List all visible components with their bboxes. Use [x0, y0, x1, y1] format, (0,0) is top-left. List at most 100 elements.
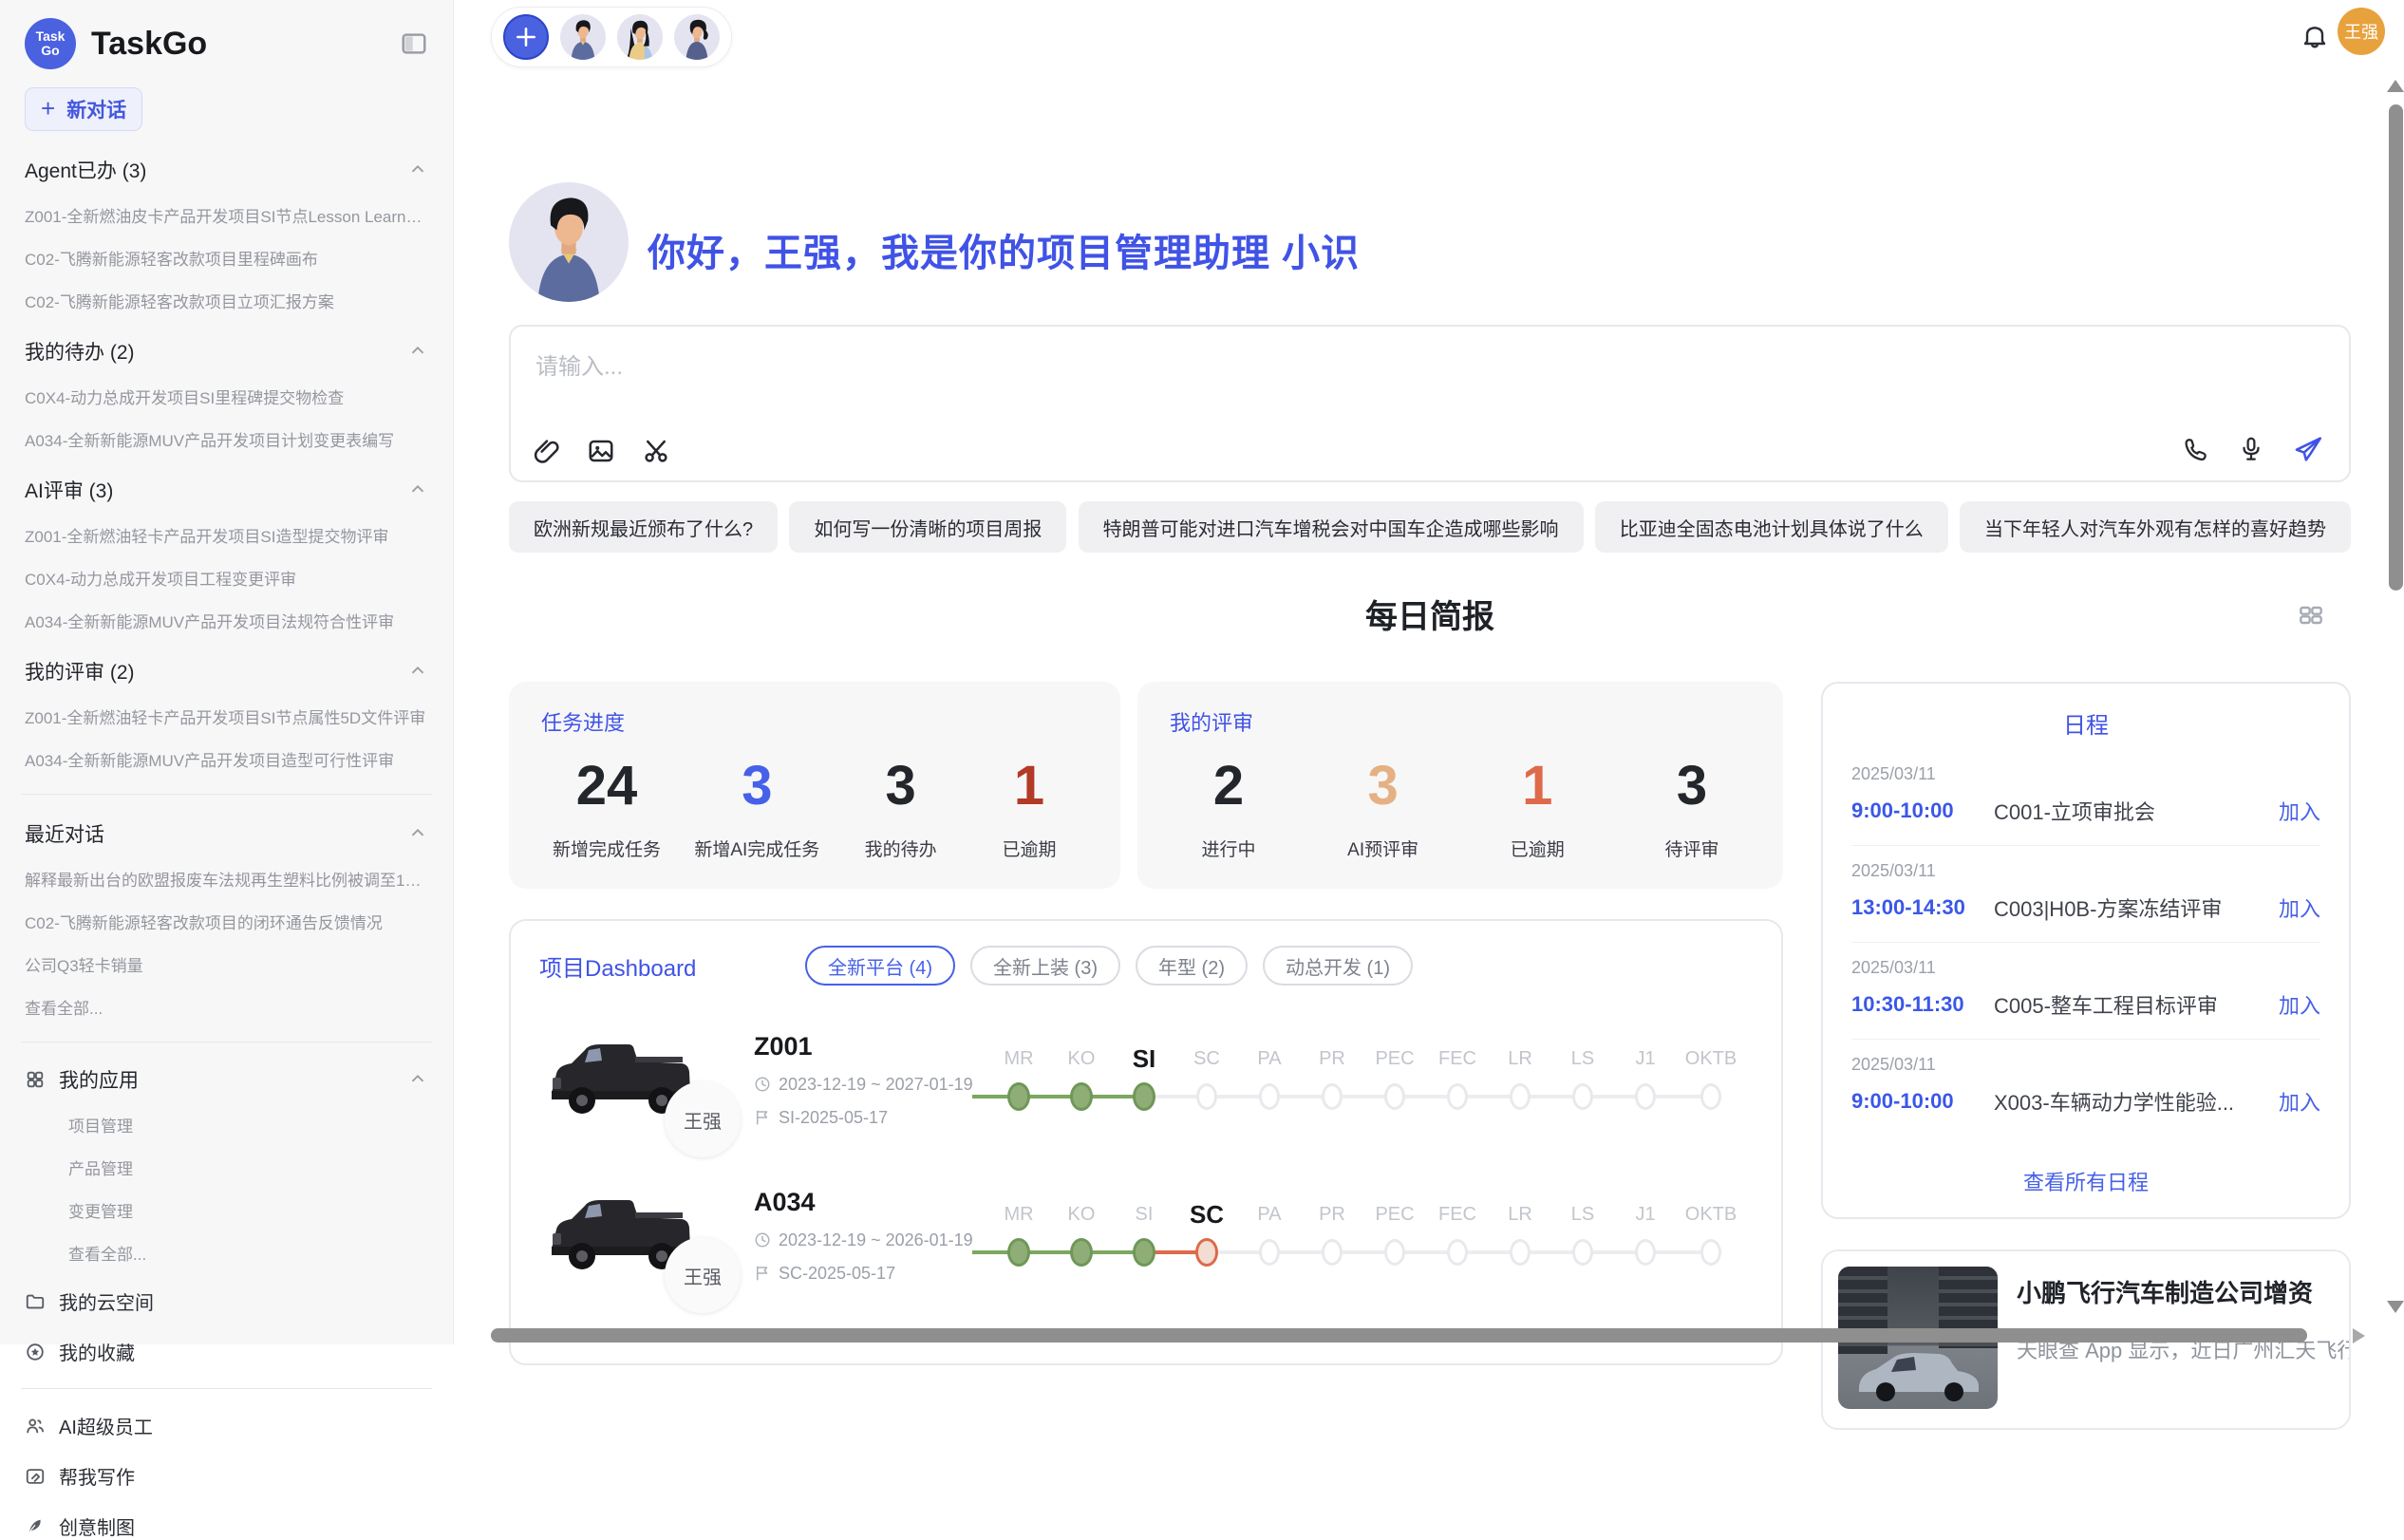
greeting-text: 你好，王强，我是你的项目管理助理 小识 — [648, 222, 1360, 277]
assistant-avatar-3[interactable] — [674, 14, 720, 60]
chat-input[interactable] — [511, 327, 2349, 408]
join-link[interactable]: 加入 — [2279, 989, 2320, 1020]
section-my-todo: 我的待办 (2) C0X4-动力总成开发项目SI里程碑提交物检查 A034-全新… — [25, 337, 428, 451]
milestone-node-done — [1070, 1082, 1093, 1111]
suggestion-chips: 欧洲新规最近颁布了什么? 如何写一份清晰的项目周报 特朗普可能对进口汽车增税会对… — [509, 501, 2351, 553]
event-date: 2025/03/11 — [1851, 958, 2320, 978]
view-all-schedule-link[interactable]: 查看所有日程 — [1851, 1156, 2320, 1200]
project-code: A034 — [754, 1188, 982, 1217]
chevron-up-icon[interactable] — [407, 1069, 428, 1090]
event-date: 2025/03/11 — [1851, 861, 2320, 881]
tab-model-year[interactable]: 年型 (2) — [1136, 946, 1248, 986]
chevron-up-icon[interactable] — [407, 341, 428, 362]
metric-overdue: 1 已逾期 — [1490, 752, 1585, 861]
scroll-up-arrow[interactable] — [2387, 80, 2404, 92]
milestone-node-todo — [1447, 1239, 1468, 1266]
assistant-avatar-1[interactable] — [560, 14, 606, 60]
list-item[interactable]: A034-全新新能源MUV产品开发项目计划变更表编写 — [25, 427, 428, 451]
list-item[interactable]: A034-全新新能源MUV产品开发项目造型可行性评审 — [25, 747, 428, 771]
event-date: 2025/03/11 — [1851, 1055, 2320, 1075]
join-link[interactable]: 加入 — [2279, 1086, 2320, 1117]
suggestion-chip[interactable]: 当下年轻人对汽车外观有怎样的喜好趋势 — [1960, 501, 2351, 553]
view-all-apps[interactable]: 查看全部... — [68, 1241, 428, 1265]
chevron-up-icon[interactable] — [407, 160, 428, 180]
event-name: C001-立项审批会 — [1994, 796, 2279, 826]
event-time: 13:00-14:30 — [1851, 895, 1994, 920]
notification-bell-icon[interactable] — [2300, 21, 2330, 51]
list-item[interactable]: Z001-全新燃油轻卡产品开发项目SI节点属性5D文件评审 — [25, 704, 428, 728]
list-item[interactable]: 解释最新出台的欧盟报废车法规再生塑料比例被调至15%... — [25, 867, 428, 891]
milestone-node-todo — [1384, 1239, 1405, 1266]
tab-new-platform[interactable]: 全新平台 (4) — [805, 946, 955, 986]
flag-icon — [754, 1109, 771, 1126]
join-link[interactable]: 加入 — [2279, 796, 2320, 826]
project-row-a034[interactable]: 王强 A034 2023-12-19 ~ 2026-01-19 SC-2025-… — [539, 1174, 1753, 1297]
app-item-product[interactable]: 产品管理 — [68, 1155, 428, 1179]
list-item[interactable]: 公司Q3轻卡销量 — [25, 952, 428, 976]
list-item[interactable]: C0X4-动力总成开发项目工程变更评审 — [25, 566, 428, 590]
scroll-right-arrow[interactable] — [2353, 1328, 2365, 1343]
vertical-scrollbar[interactable] — [2389, 104, 2403, 591]
milestone-node-todo — [1322, 1083, 1343, 1110]
app-title: TaskGo — [91, 26, 400, 63]
sidebar-item-ai-employee[interactable]: AI超级员工 — [25, 1412, 428, 1439]
card-title: 任务进度 — [541, 706, 1088, 737]
list-item[interactable]: C02-飞腾新能源轻客改款项目的闭环通告反馈情况 — [25, 910, 428, 933]
suggestion-chip[interactable]: 如何写一份清晰的项目周报 — [789, 501, 1066, 553]
app-logo: Task Go — [25, 18, 76, 69]
event-name: X003-车辆动力学性能验... — [1994, 1086, 2279, 1117]
horizontal-scrollbar[interactable] — [491, 1328, 2307, 1343]
attachment-icon[interactable] — [532, 437, 560, 465]
project-dates: 2023-12-19 ~ 2026-01-19 — [779, 1230, 973, 1250]
app-item-project[interactable]: 项目管理 — [68, 1113, 428, 1136]
sidebar-item-cloud-space[interactable]: 我的云空间 — [25, 1287, 428, 1315]
sidebar-item-label: 帮我写作 — [59, 1462, 135, 1490]
folder-icon — [25, 1291, 46, 1312]
join-link[interactable]: 加入 — [2279, 892, 2320, 923]
new-chat-button[interactable]: + 新对话 — [25, 87, 142, 131]
list-item[interactable]: C0X4-动力总成开发项目SI里程碑提交物检查 — [25, 385, 428, 408]
tab-powertrain[interactable]: 动总开发 (1) — [1263, 946, 1413, 986]
milestone-node-todo — [1700, 1239, 1721, 1266]
milestone-node-todo — [1572, 1239, 1593, 1266]
list-item[interactable]: C02-飞腾新能源轻客改款项目立项汇报方案 — [25, 289, 428, 312]
chevron-up-icon[interactable] — [407, 479, 428, 500]
screenshot-scissors-icon[interactable] — [642, 437, 670, 465]
event-time: 10:30-11:30 — [1851, 992, 1994, 1017]
suggestion-chip[interactable]: 比亚迪全固态电池计划具体说了什么 — [1595, 501, 1948, 553]
tab-new-body[interactable]: 全新上装 (3) — [970, 946, 1120, 986]
voice-call-icon[interactable] — [2182, 435, 2210, 463]
sidebar-item-favorites[interactable]: 我的收藏 — [25, 1338, 428, 1365]
milestone-node-todo — [1635, 1239, 1656, 1266]
view-all-chats[interactable]: 查看全部... — [25, 995, 428, 1019]
image-upload-icon[interactable] — [587, 437, 615, 465]
sidebar-item-help-writing[interactable]: 帮我写作 — [25, 1462, 428, 1490]
chevron-up-icon[interactable] — [407, 661, 428, 682]
sidebar-item-creative-drawing[interactable]: 创意制图 — [25, 1512, 428, 1540]
assistant-avatar-2[interactable] — [617, 14, 663, 60]
sidebar: Task Go TaskGo + 新对话 Agent已办 (3) Z001-全新… — [0, 0, 454, 1344]
list-item[interactable]: Z001-全新燃油皮卡产品开发项目SI节点Lesson Learn报告 — [25, 203, 428, 227]
user-avatar[interactable]: 王强 — [2338, 8, 2385, 55]
dashboard-title: 项目Dashboard — [539, 949, 805, 983]
milestone-node-todo — [1384, 1083, 1405, 1110]
milestone-node-current — [1133, 1082, 1155, 1111]
add-assistant-button[interactable] — [503, 14, 549, 60]
project-row-z001[interactable]: 王强 Z001 2023-12-19 ~ 2027-01-19 SI-2025-… — [539, 1018, 1753, 1141]
list-item[interactable]: Z001-全新燃油轻卡产品开发项目SI造型提交物评审 — [25, 523, 428, 547]
clock-icon — [754, 1076, 771, 1093]
suggestion-chip[interactable]: 特朗普可能对进口汽车增税会对中国车企造成哪些影响 — [1079, 501, 1584, 553]
sidebar-collapse-icon[interactable] — [400, 29, 428, 58]
list-item[interactable]: C02-飞腾新能源轻客改款项目里程碑画布 — [25, 246, 428, 270]
microphone-icon[interactable] — [2237, 435, 2265, 463]
section-title: Agent已办 (3) — [25, 156, 146, 184]
layout-grid-icon[interactable] — [2296, 600, 2326, 630]
scroll-down-arrow[interactable] — [2387, 1301, 2404, 1313]
suggestion-chip[interactable]: 欧洲新规最近颁布了什么? — [509, 501, 778, 553]
chevron-up-icon[interactable] — [407, 823, 428, 844]
send-icon[interactable] — [2292, 433, 2324, 465]
owner-badge: 王强 — [665, 1081, 741, 1157]
truck-image — [539, 1362, 703, 1365]
list-item[interactable]: A034-全新新能源MUV产品开发项目法规符合性评审 — [25, 609, 428, 632]
app-item-change[interactable]: 变更管理 — [68, 1198, 428, 1222]
